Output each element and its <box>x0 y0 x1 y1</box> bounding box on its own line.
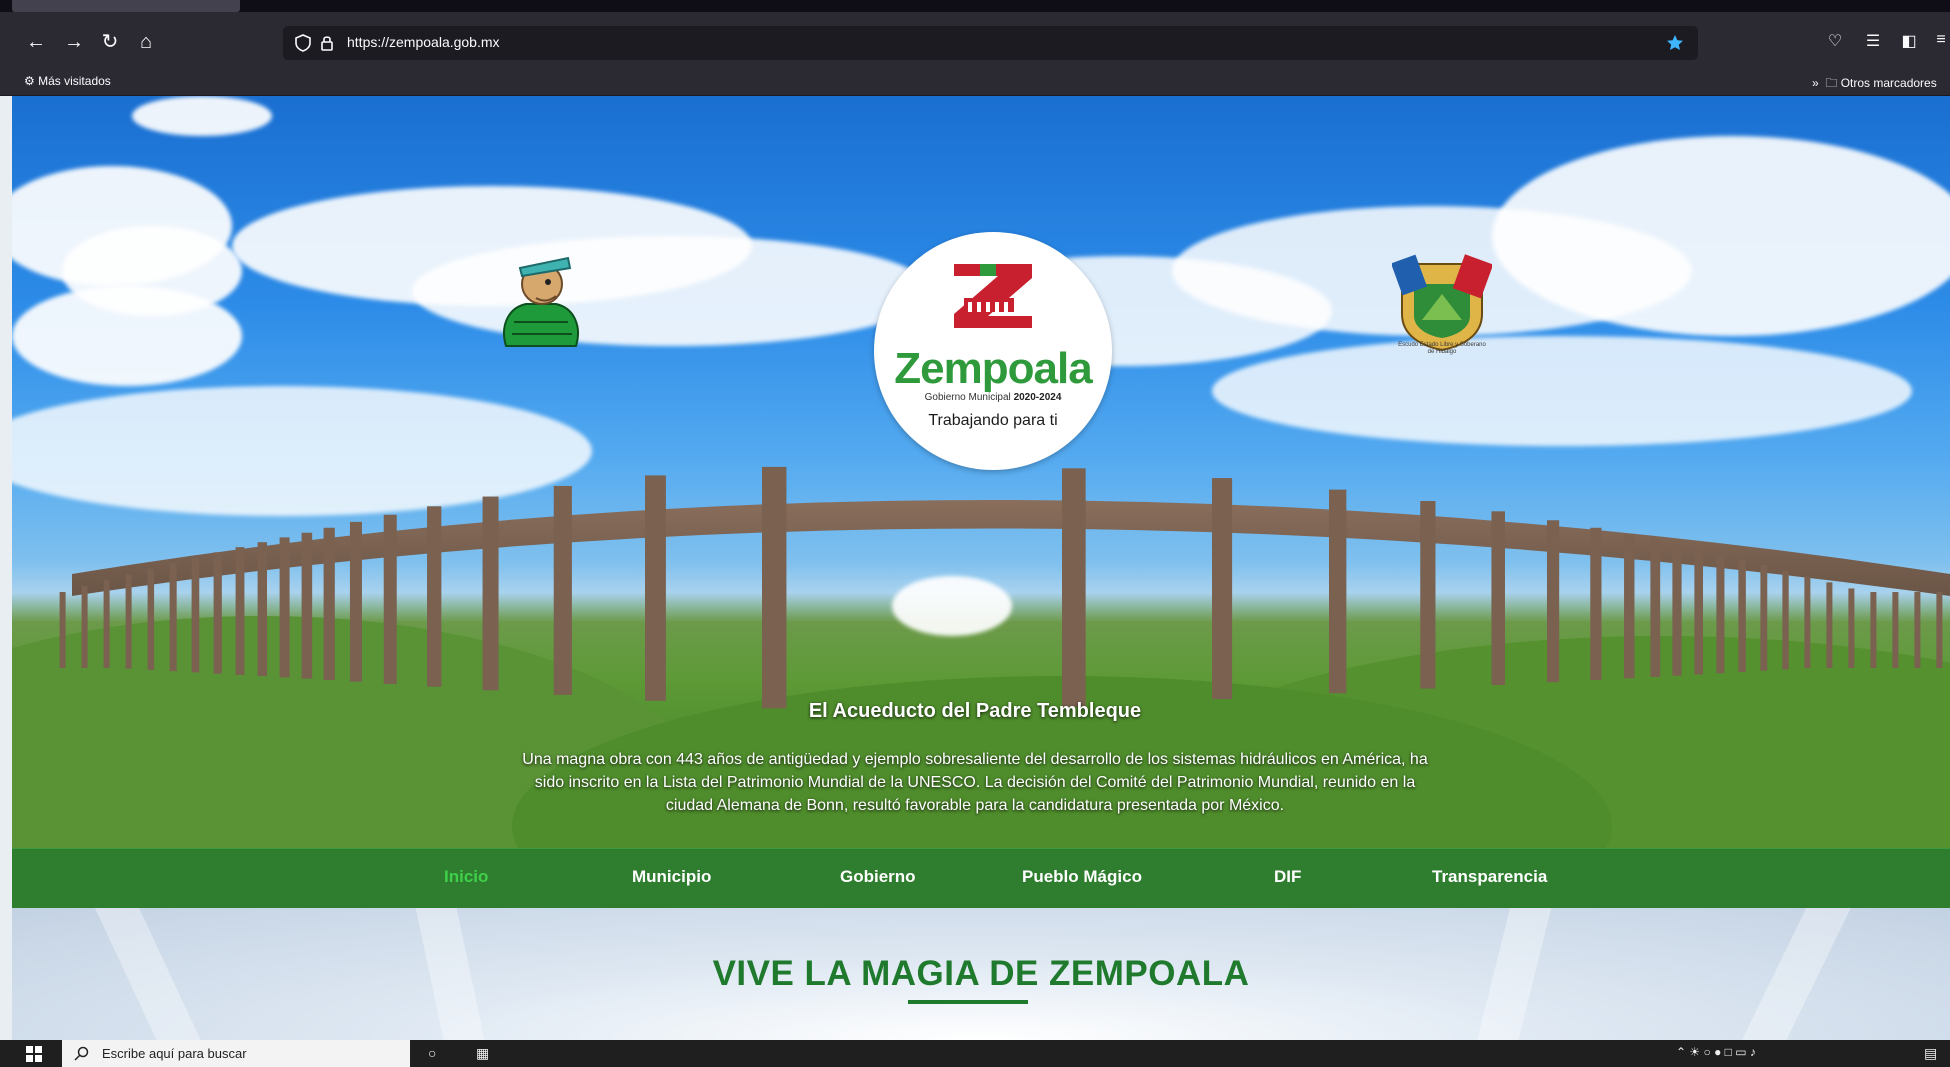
aqueduct-pillar <box>257 542 267 677</box>
aqueduct-pillar <box>323 527 335 681</box>
bookmark-other[interactable]: » 🗀 Otros marcadores <box>1812 74 1937 95</box>
aqueduct-pillar <box>553 485 572 695</box>
main-nav: Inicio Municipio Gobierno Pueblo Mágico … <box>12 848 1950 909</box>
lock-icon[interactable] <box>317 33 337 53</box>
coat-of-arms-caption: Escudo Estado Libre y Soberano de Hidalg… <box>1398 342 1486 355</box>
zempoala-z-emblem-icon <box>954 264 1032 328</box>
windows-start-icon[interactable] <box>26 1046 42 1062</box>
reload-icon[interactable]: ↻ <box>98 30 122 54</box>
nav-item-gobierno[interactable]: Gobierno <box>840 867 916 887</box>
aqueduct-pillar <box>103 580 110 668</box>
aqueduct-pillar <box>1848 588 1855 668</box>
aqueduct-pillar <box>1590 527 1602 681</box>
aqueduct-pillar <box>147 568 155 670</box>
aqueduct-pillar <box>235 547 245 675</box>
aqueduct-pillar <box>349 521 362 682</box>
url-text[interactable]: https://zempoala.gob.mx <box>347 34 500 50</box>
aqueduct-pillar <box>1062 468 1086 707</box>
nav-item-transparencia[interactable]: Transparencia <box>1432 867 1547 887</box>
sidebar-icon[interactable]: ◧ <box>1898 31 1920 53</box>
aqueduct-pillar <box>1892 592 1899 668</box>
aqueduct-pillar <box>1650 539 1661 677</box>
aqueduct-pillar <box>1624 533 1635 679</box>
logo-subtitle: Gobierno Municipal 2020-2024 <box>874 392 1112 403</box>
aqueduct-pillar <box>1738 559 1746 672</box>
tracking-shield-icon[interactable] <box>293 33 313 53</box>
aqueduct-pillar <box>762 466 787 709</box>
section-title-underline <box>908 1000 1028 1004</box>
menu-icon[interactable]: ≡ <box>1930 31 1950 53</box>
aqueduct-pillar <box>1212 478 1233 700</box>
aqueduct-pillar <box>81 586 88 668</box>
aqueduct-pillar <box>169 562 177 672</box>
aqueduct-pillar <box>213 552 222 674</box>
aqueduct-pillar <box>59 592 66 668</box>
search-icon <box>74 1046 89 1061</box>
bookmark-star-icon[interactable] <box>1665 33 1685 53</box>
aqueduct-pillar <box>427 506 442 687</box>
aqueduct-pillar <box>1804 576 1811 669</box>
bookmarks-bar: ⚙ Más visitados » 🗀 Otros marcadores <box>0 69 1950 96</box>
aqueduct-pillar <box>125 574 132 669</box>
aqueduct-pillar <box>482 496 499 691</box>
aqueduct-pillar <box>191 557 200 673</box>
bookmark-other-label: Otros marcadores <box>1840 76 1937 90</box>
bookmark-most-visited-label: Más visitados <box>38 74 111 88</box>
back-icon[interactable]: ← <box>24 30 48 54</box>
aqueduct-pillar <box>1870 592 1877 668</box>
logo-name: Zempoala <box>894 344 1092 393</box>
aqueduct-pillar <box>1826 582 1833 668</box>
aqueduct-pillar <box>1329 489 1347 694</box>
section-title: VIVE LA MAGIA DE ZEMPOALA <box>712 954 1250 993</box>
logo-tagline: Trabajando para ti <box>928 412 1058 429</box>
aqueduct-pillar <box>1694 548 1704 675</box>
task-view-icon[interactable]: ▦ <box>476 1045 489 1062</box>
home-icon[interactable]: ⌂ <box>134 30 158 54</box>
aqueduct-pillar <box>645 475 666 701</box>
logo-subtitle-prefix: Gobierno Municipal <box>924 392 1011 403</box>
aqueduct-pillar <box>1936 592 1943 668</box>
aqueduct-pillar <box>1491 511 1505 685</box>
nav-item-pueblo-magico[interactable]: Pueblo Mágico <box>1022 867 1142 887</box>
notifications-icon[interactable]: ▤ <box>1924 1045 1937 1062</box>
logo-subtitle-years: 2020-2024 <box>1013 392 1062 403</box>
browser-tab[interactable] <box>12 0 240 12</box>
nav-item-municipio[interactable]: Municipio <box>632 867 711 887</box>
hero-caption-title: El Acueducto del Padre Tembleque <box>808 700 1142 722</box>
intro-section: VIVE LA MAGIA DE ZEMPOALA <box>12 908 1950 1040</box>
library-icon[interactable]: ☰ <box>1862 31 1884 53</box>
aqueduct-illustration <box>59 466 1950 709</box>
cortana-icon[interactable]: ○ <box>428 1045 436 1061</box>
aqueduct-pillar <box>279 537 290 678</box>
hero-banner: Zempoala Gobierno Municipal 2020-2024 Tr… <box>12 96 1950 848</box>
aqueduct-pillar <box>1672 543 1682 676</box>
aqueduct-pillar <box>1760 564 1768 671</box>
windows-taskbar: Escribe aquí para buscar ○ ▦ ⌃ ☀ ○ ● □ ▭… <box>0 1040 1950 1067</box>
nav-item-inicio[interactable]: Inicio <box>444 867 488 887</box>
bookmark-most-visited[interactable]: ⚙ Más visitados <box>24 74 111 88</box>
aqueduct-pillar <box>1546 520 1560 683</box>
tab-strip <box>0 0 1950 12</box>
pocket-icon[interactable]: ♡ <box>1824 31 1846 53</box>
aqueduct-pillar <box>383 514 397 684</box>
screen: ← → ↻ ⌂ https://zempoala.gob.mx ♡ ☰ ◧ ≡ … <box>0 0 1950 1067</box>
aqueduct-pillar <box>1716 554 1725 674</box>
aqueduct-pillar <box>1420 500 1436 689</box>
hero-caption-body: Una magna obra con 443 años de antigüeda… <box>522 751 1428 814</box>
aqueduct-pillar <box>1914 592 1921 668</box>
nav-item-dif[interactable]: DIF <box>1274 867 1301 887</box>
taskbar-search-box[interactable]: Escribe aquí para buscar <box>62 1040 410 1067</box>
aqueduct-pillar <box>1782 570 1789 670</box>
url-bar[interactable]: https://zempoala.gob.mx <box>283 26 1698 60</box>
aqueduct-pillar <box>301 532 313 679</box>
municipal-logo[interactable]: Zempoala Gobierno Municipal 2020-2024 Tr… <box>874 232 1112 470</box>
system-tray-icons[interactable]: ⌃ ☀ ○ ● □ ▭ ♪ <box>1676 1045 1756 1059</box>
prehispanic-glyph-icon <box>503 256 579 347</box>
forward-icon[interactable]: → <box>62 30 86 54</box>
taskbar-search-placeholder: Escribe aquí para buscar <box>102 1046 247 1061</box>
